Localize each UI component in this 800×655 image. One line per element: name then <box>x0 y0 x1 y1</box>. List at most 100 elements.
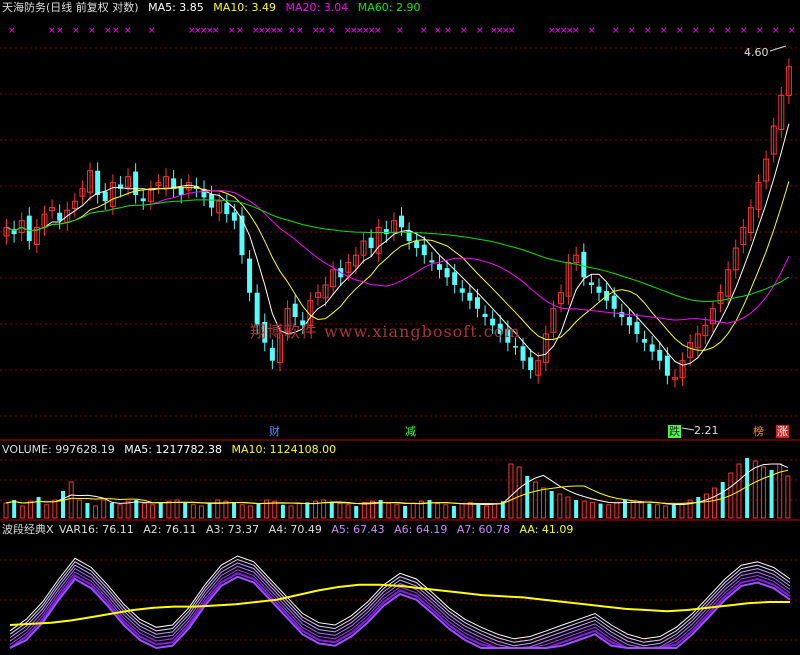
volume-bar-down <box>85 503 90 518</box>
x-marker: × <box>276 26 284 36</box>
volume-bar-down <box>134 500 139 518</box>
indicator-band-line <box>9 555 791 640</box>
a6-value: A6: 64.19 <box>394 523 448 536</box>
volume-bar-down <box>451 506 456 518</box>
volume-bar-down <box>109 503 114 518</box>
candle-body-down <box>421 244 427 256</box>
volume-bar-down <box>671 504 676 518</box>
volume-bar-up <box>190 504 196 519</box>
x-marker: × <box>740 26 748 36</box>
volume-bar-up <box>198 505 204 519</box>
volume-bar-down <box>354 506 359 518</box>
candle-body-down <box>611 295 617 309</box>
candle-body-down <box>399 215 404 228</box>
candle-body-down <box>224 202 230 215</box>
volume-bar-down <box>720 482 725 518</box>
candle-body-down <box>512 346 518 348</box>
volume-bar-down <box>549 491 554 518</box>
volume-ma-lines <box>5 463 789 506</box>
volume-bar-up <box>125 500 131 519</box>
a3-value: A3: 73.37 <box>205 523 260 536</box>
volume-bar-down <box>745 458 750 518</box>
candle-body-down <box>528 357 534 371</box>
candle-body-down <box>414 241 420 249</box>
volume-bar-down <box>305 502 310 518</box>
x-marker: × <box>628 26 636 36</box>
var16-value: VAR16: 76.11 <box>59 523 134 536</box>
candle-body-down <box>467 292 473 301</box>
x-marker: × <box>756 26 764 36</box>
candle-body-down <box>209 194 215 208</box>
x-marker: × <box>328 26 336 36</box>
volume-bar-up <box>345 504 351 519</box>
x-marker: × <box>434 26 442 36</box>
ma60-value: MA60: 2.90 <box>357 1 421 14</box>
a5-value: A5: 67.43 <box>331 523 385 536</box>
volume-bar-up <box>166 500 172 519</box>
x-marker: × <box>124 26 132 36</box>
volume-bar-up <box>394 504 400 519</box>
volume-value: VOLUME: 997628.19 <box>2 443 115 456</box>
candle-body-down <box>588 282 594 285</box>
low-price-label: 2.21 <box>694 424 719 437</box>
candle-body-down <box>642 339 648 343</box>
x-marker: × <box>148 26 156 36</box>
volume-bar-up <box>492 503 498 519</box>
volume-ma10-value: MA10: 1124108.00 <box>231 443 337 456</box>
high-arrow <box>769 45 787 52</box>
candle-body-down <box>383 229 389 235</box>
volume-bar-up <box>541 487 547 519</box>
x-marker: × <box>460 26 468 36</box>
volume-bar-up <box>288 505 294 519</box>
volume-bar-up <box>296 503 302 519</box>
ma5-value: MA5: 3.85 <box>148 1 204 14</box>
candle-body-down <box>436 264 442 270</box>
candle-body-down <box>657 349 663 361</box>
indicator-name: 波段经典X <box>2 523 54 536</box>
x-marker: × <box>112 26 120 36</box>
candle-body-down <box>626 316 632 326</box>
volume-bar-up <box>386 503 392 519</box>
candle-body-down <box>452 272 458 285</box>
volume-bar-up <box>76 499 82 519</box>
candle-body-down <box>140 198 146 202</box>
volume-bar-down <box>61 491 66 518</box>
volume-bar-down <box>158 503 163 518</box>
candle-body-down <box>474 297 480 309</box>
x-marker: × <box>374 26 382 36</box>
candle-body-down <box>57 212 63 221</box>
volume-bar-down <box>232 502 237 518</box>
a2-value: A2: 76.11 <box>143 523 197 536</box>
volume-bar-up <box>101 499 107 519</box>
volume-bar-down <box>403 506 408 518</box>
volume-ma5-value: MA5: 1217782.38 <box>124 443 222 456</box>
candle-body-down <box>664 355 670 376</box>
indicator-band-line <box>9 558 791 643</box>
volume-ma10-line <box>5 469 789 505</box>
volume-bar-down <box>329 503 334 518</box>
volume-bar-up <box>655 504 661 519</box>
low-arrow <box>681 427 695 431</box>
candle-body-down <box>482 313 488 317</box>
volume-bar-up <box>223 500 229 519</box>
volume-bar-up <box>760 466 766 519</box>
volume-bar-up <box>785 475 791 519</box>
x-marker: × <box>48 26 56 36</box>
volume-bar-up <box>712 487 718 519</box>
ma60-line <box>6 199 790 303</box>
volume-bar-up <box>703 493 709 519</box>
volume-bar-down <box>207 503 212 518</box>
volume-bar-up <box>272 500 278 519</box>
volume-bar-up <box>630 500 636 519</box>
volume-bar-up <box>27 500 33 519</box>
x-marker: × <box>772 26 780 36</box>
candle-body-down <box>95 170 101 195</box>
volume-bar-up <box>752 460 758 519</box>
ma10-value: MA10: 3.49 <box>213 1 277 14</box>
tag-drop: 跌 <box>668 425 681 438</box>
x-marker: × <box>318 26 326 36</box>
candle-body-down <box>292 303 298 317</box>
x-marker: × <box>644 26 652 36</box>
candle-body-down <box>634 321 640 334</box>
x-marker: × <box>572 26 580 36</box>
